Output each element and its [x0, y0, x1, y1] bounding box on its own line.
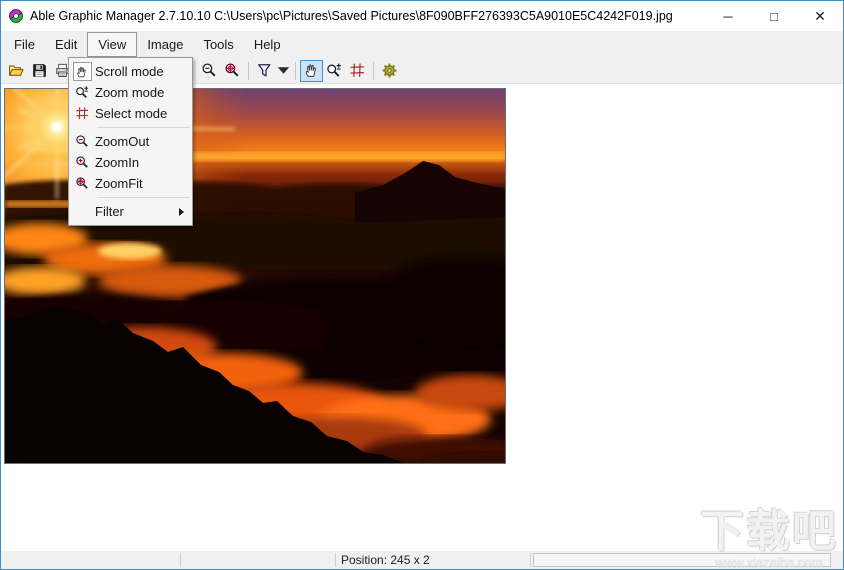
menu-image[interactable]: Image [137, 32, 193, 57]
select-mode-button[interactable] [346, 60, 369, 82]
menu-separator [97, 127, 190, 128]
save-button[interactable] [28, 60, 51, 82]
selected-mode-box [72, 62, 92, 81]
open-folder-icon [9, 65, 24, 76]
zoom-in-icon [75, 156, 88, 168]
scroll-mode-button[interactable] [300, 59, 323, 82]
zoom-fit-icon [225, 63, 239, 77]
zoom-out-button[interactable] [198, 60, 221, 82]
zoom-out-icon [75, 135, 88, 147]
window-title: Able Graphic Manager 2.7.10.10 C:\Users\… [30, 9, 673, 23]
menu-item-filter[interactable]: Filter [69, 201, 192, 222]
menu-edit[interactable]: Edit [45, 32, 87, 57]
menu-item-label: ZoomOut [95, 134, 150, 149]
toolbar-separator [373, 61, 374, 80]
view-menu-popup: Scroll mode Zoom mode Select mode ZoomOu… [68, 57, 193, 226]
menu-item-scroll-mode[interactable]: Scroll mode [69, 61, 192, 82]
submenu-arrow-icon [179, 207, 184, 216]
menu-item-zoom-in[interactable]: ZoomIn [69, 152, 192, 173]
status-panel [1, 551, 180, 569]
minimize-button[interactable]: ─ [705, 1, 751, 31]
hand-icon [305, 64, 316, 77]
filter-dropdown-button[interactable] [276, 60, 291, 82]
menu-item-label: ZoomIn [95, 155, 140, 170]
zoom-mode-icon [75, 86, 88, 98]
funnel-icon [258, 64, 271, 77]
menu-file[interactable]: File [4, 32, 45, 57]
menu-help[interactable]: Help [244, 32, 291, 57]
status-divider [530, 553, 531, 567]
select-mode-icon [350, 63, 364, 77]
app-window: Able Graphic Manager 2.7.10.10 C:\Users\… [0, 0, 844, 570]
gear-icon [382, 63, 397, 78]
hand-icon [77, 66, 86, 77]
menu-item-label: ZoomFit [95, 176, 143, 191]
title-bar: Able Graphic Manager 2.7.10.10 C:\Users\… [1, 1, 843, 31]
status-progress-panel [533, 553, 831, 567]
filter-button[interactable] [253, 60, 276, 82]
app-logo-icon [9, 9, 23, 23]
select-mode-icon [75, 107, 88, 120]
menu-item-label: Select mode [95, 106, 168, 121]
menu-item-label: Scroll mode [95, 64, 164, 79]
menu-item-label: Zoom mode [95, 85, 165, 100]
settings-button[interactable] [378, 60, 401, 82]
chevron-down-icon [277, 67, 290, 74]
zoom-fit-button[interactable] [221, 60, 244, 82]
menu-item-select-mode[interactable]: Select mode [69, 103, 192, 124]
status-bar: Position: 245 x 2 [1, 551, 843, 569]
toolbar-separator [295, 61, 296, 80]
menu-separator [97, 197, 190, 198]
menu-bar: File Edit View Image Tools Help [1, 31, 843, 57]
toolbar-separator [248, 61, 249, 80]
zoom-fit-icon [75, 177, 88, 189]
menu-item-zoom-out[interactable]: ZoomOut [69, 131, 192, 152]
menu-item-zoom-fit[interactable]: ZoomFit [69, 173, 192, 194]
zoom-mode-icon [327, 63, 341, 77]
menu-item-zoom-mode[interactable]: Zoom mode [69, 82, 192, 103]
zoom-out-icon [202, 63, 216, 77]
maximize-button[interactable]: □ [751, 1, 797, 31]
save-icon [33, 64, 46, 77]
close-button[interactable]: ✕ [797, 1, 843, 31]
window-controls: ─ □ ✕ [705, 1, 843, 31]
menu-view[interactable]: View [87, 32, 138, 57]
status-position: Position: 245 x 2 [341, 553, 430, 567]
status-panel [181, 551, 335, 569]
menu-tools[interactable]: Tools [193, 32, 243, 57]
menu-item-label: Filter [95, 204, 124, 219]
open-button[interactable] [5, 60, 28, 82]
zoom-mode-button[interactable] [323, 60, 346, 82]
